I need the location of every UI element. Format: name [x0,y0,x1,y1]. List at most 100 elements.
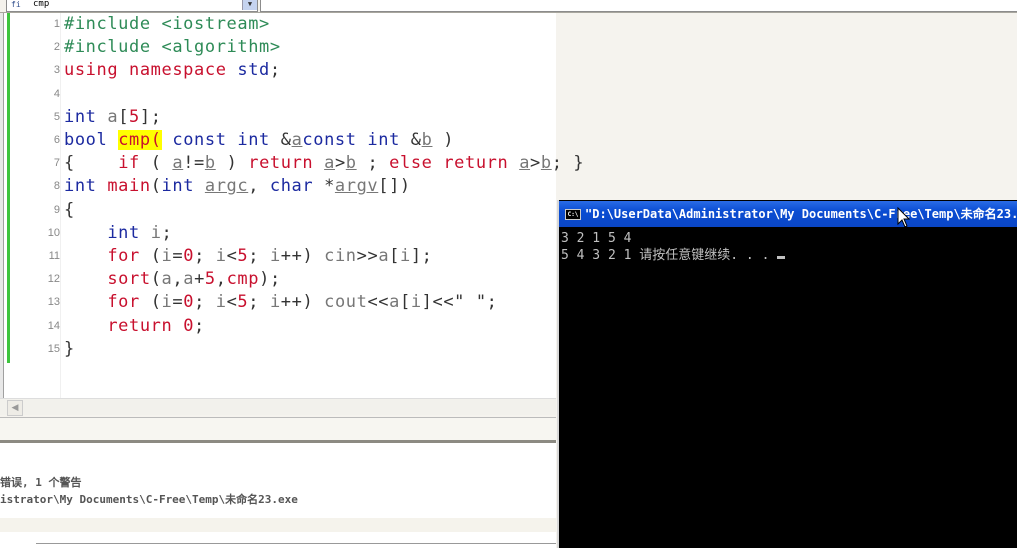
function-icon: fi [11,0,21,9]
code-token: ( [150,246,162,266]
code-line[interactable]: 7 { if ( a!=b ) return a>b ; else return … [0,152,584,175]
code-line[interactable]: 12 sort(a,a+5,cmp); [0,268,556,291]
code-token: b [421,130,433,150]
code-token: cmp [226,269,260,290]
code-token: a [324,153,335,174]
line-number: 3 [53,64,60,77]
code-token: < [226,292,238,313]
code-token: #include <iostream> [64,14,270,34]
code-token: const int [302,130,411,150]
code-token: ; [269,60,292,81]
code-editor[interactable]: 1 #include <iostream> 2 #include <algorithm… [0,13,584,398]
code-line[interactable]: 1 #include <iostream> [0,13,556,36]
line-number: 10 [47,226,60,239]
code-token: ( [150,153,173,174]
code-token: ); [259,269,281,290]
code-token: < [226,246,238,266]
code-token: i [400,246,411,266]
code-token: > [530,153,541,174]
horizontal-scrollbar[interactable]: ◀ [0,398,556,416]
line-number: 1 [53,18,60,30]
code-token: 0 [183,246,195,266]
line-number: 5 [53,110,60,123]
code-token: for [107,246,151,266]
code-token: else return [389,153,520,174]
code-token: , [215,269,227,290]
line-number: 15 [47,342,60,355]
code-token: a [378,246,390,266]
chevron-down-icon[interactable]: ▼ [242,0,257,10]
code-token: & [410,130,422,150]
code-token: [ [389,246,400,266]
code-token: return [107,315,184,336]
line-number: 4 [53,87,60,100]
console-title-bar[interactable]: C:\ "D:\UserData\Administrator\My Documen… [559,201,1017,227]
code-line[interactable]: 9{ [0,199,556,222]
code-token: i [269,292,281,313]
code-token: a [107,106,119,127]
code-line[interactable]: 14 return 0; [0,315,556,338]
code-line[interactable]: 6 bool cmp( const int &aconst int &b ) [0,129,556,152]
line-number: 9 [53,203,60,216]
function-combo[interactable]: fi cmp ▼ [6,0,258,12]
code-token: ++) [280,292,325,313]
code-line[interactable]: 11 for (i=0; i<5; i++) cin>>a[i]; [0,245,556,268]
build-output-path: istrator\My Documents\C-Free\Temp\未命名23.… [0,493,298,506]
code-token: const int [172,130,281,150]
code-token: b [540,153,552,174]
function-toolbar: fi cmp ▼ [0,0,1017,13]
code-token: 0 [183,315,195,336]
code-token: char [269,176,325,197]
console-window[interactable]: C:\ "D:\UserData\Administrator\My Documen… [557,200,1017,548]
output-bottom-border [36,543,556,544]
code-line[interactable]: 13 for (i=0; i<5; i++) cout<<a[i]<<" "; [0,291,556,314]
code-token: , [172,269,184,290]
code-token: { [64,199,75,220]
code-token: i [410,292,422,313]
code-token: ( [150,176,162,197]
code-token: [ [399,292,411,313]
code-token: argv [334,176,379,197]
code-token: i [215,292,227,313]
code-token: using namespace [64,60,238,81]
code-token: int [161,176,205,197]
code-token: []) [378,176,411,197]
code-token: ; } [551,153,585,174]
code-token: ( [150,269,162,290]
code-token: & [280,130,292,150]
code-token: 5 [237,292,249,313]
code-token: + [194,269,205,290]
code-token: ; [194,246,216,266]
code-token: a [519,153,531,174]
code-token: a [389,292,400,313]
mouse-pointer-icon [897,207,911,228]
code-token: #include <algorithm> [64,37,281,58]
code-token: != [183,153,205,174]
function-combo-value: cmp [33,0,50,9]
code-token: for [107,292,151,313]
line-number: 6 [53,134,60,146]
code-token: ; [194,292,216,313]
code-token: ) [432,130,455,150]
code-token: cout [324,292,368,313]
code-line[interactable]: 2 #include <algorithm> [0,36,556,59]
panel-splitter[interactable] [0,417,556,440]
code-line[interactable]: 8 int main(int argc, char *argv[]) [0,175,556,198]
code-token: argc [204,176,249,197]
code-token: i [269,246,281,266]
code-text: sort(a,a+5,cmp); [64,268,281,291]
secondary-combo[interactable] [260,0,1017,12]
code-line[interactable]: 10 int i; [0,222,556,245]
code-line[interactable]: 5 int a[5]; [0,106,556,129]
code-line[interactable]: 15} [0,338,556,361]
code-token: ]; [139,106,162,127]
line-number: 7 [53,157,60,170]
code-line[interactable]: 4 [0,83,556,106]
line-number: 2 [53,41,60,54]
scroll-left-icon[interactable]: ◀ [7,400,23,416]
code-text: using namespace std; [64,59,292,82]
code-line[interactable]: 3 using namespace std; [0,59,556,82]
